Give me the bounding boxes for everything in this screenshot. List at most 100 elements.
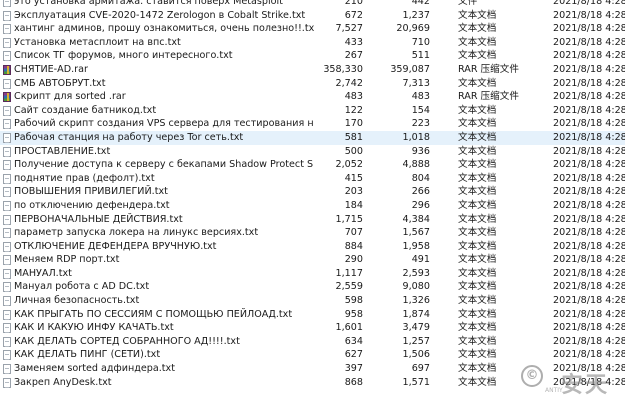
file-name: хантинг админов, прошу ознакомиться, оче… [14, 23, 314, 35]
file-type: 文本文档 [458, 186, 497, 198]
file-row[interactable]: Мануал робота с AD DC.txt 2,559 9,080 文本文档 2… [0, 280, 625, 294]
file-name: Скрипт для sorted .rar [14, 91, 126, 103]
file-row[interactable]: КАК ДЕЛАТЬ СОРТЕД СОБРАННОГО АД!!!!.txt 6… [0, 335, 625, 349]
file-type: 文本文档 [458, 240, 497, 252]
txt-file-icon [3, 119, 11, 130]
file-size: 511 [411, 50, 430, 62]
file-name: Установка метасплоит на впс.txt [14, 36, 181, 48]
txt-file-icon [3, 377, 11, 388]
file-type: 文本文档 [458, 349, 497, 361]
file-row[interactable]: Установка метасплоит на впс.txt 433 710 文本文… [0, 36, 625, 50]
file-row[interactable]: ПРОСТАВЛЕНИЕ.txt 500 936 文本文档 2021/8/18 4:28… [0, 145, 625, 159]
txt-file-icon [3, 24, 11, 35]
file-packed-size: 868 [344, 376, 363, 388]
file-size: 1,237 [402, 9, 430, 21]
file-type: 文本文档 [458, 159, 497, 171]
file-row[interactable]: Рабочий скрипт создания VPS сервера для … [0, 117, 625, 131]
file-type: 文本文档 [458, 281, 497, 293]
txt-file-icon [3, 160, 11, 171]
file-row[interactable]: поднятие прав (дефолт).txt 415 804 文本文档 2021… [0, 172, 625, 186]
file-packed-size: 483 [344, 91, 363, 103]
txt-file-icon [3, 0, 11, 7]
file-packed-size: 500 [344, 145, 363, 157]
file-row[interactable]: ПОВЫШЕНИЯ ПРИВИЛЕГИЙ.txt 203 266 文本文档 2021/8… [0, 185, 625, 199]
file-name: ПРОСТАВЛЕНИЕ.txt [14, 145, 111, 157]
file-modified: 2021/8/18 4:28:41 [553, 240, 625, 252]
file-row[interactable]: СМБ АВТОБРУТ.txt 2,742 7,313 文本文档 2021/8/18 … [0, 77, 625, 91]
txt-file-icon [3, 10, 11, 21]
file-packed-size: 1,117 [335, 267, 363, 279]
file-modified: 2021/8/18 4:28:41 [553, 213, 625, 225]
file-name: параметр запуска локера на линукс версия… [14, 227, 259, 239]
file-size: 710 [411, 36, 430, 48]
file-type: 文本文档 [458, 227, 497, 239]
file-type: 文本文档 [458, 118, 497, 130]
file-row[interactable]: Сайт создание батникод.txt 122 154 文本文档 2021… [0, 104, 625, 118]
file-row[interactable]: МАНУАЛ.txt 1,117 2,593 文本文档 2021/8/18 4:28:4… [0, 267, 625, 281]
file-name: КАК ПРЫГАТЬ ПО СЕССИЯМ С ПОМОЩЬЮ ПЕЙЛОАД… [14, 308, 293, 320]
file-row[interactable]: Получение доступа к серверу с бекапами S… [0, 158, 625, 172]
file-packed-size: 267 [344, 50, 363, 62]
file-row[interactable]: Рабочая станция на работу через Tor сеть… [0, 130, 625, 145]
file-packed-size: 1,601 [335, 322, 363, 334]
file-name: по отключению дефендера.txt [14, 199, 170, 211]
file-size: 4,384 [402, 213, 430, 225]
file-packed-size: 415 [344, 172, 363, 184]
file-type: 文本文档 [458, 9, 497, 21]
file-name: Заменяем sorted адфиндера.txt [14, 363, 175, 375]
file-row[interactable]: Личная безопасность.txt 598 1,326 文本文档 2021/… [0, 294, 625, 308]
file-name: СМБ АВТОБРУТ.txt [14, 77, 106, 89]
file-packed-size: 433 [344, 36, 363, 48]
file-name: Мануал робота с AD DC.txt [14, 281, 150, 293]
file-size: 296 [411, 199, 430, 211]
file-modified: 2021/8/18 4:28:41 [553, 254, 625, 266]
txt-file-icon [3, 350, 11, 361]
file-size: 1,018 [402, 131, 430, 143]
file-type: 文本文档 [458, 23, 497, 35]
file-type: 文本文档 [458, 363, 497, 375]
file-row[interactable]: СНЯТИЕ-AD.rar 358,330 359,087 RAR 压缩文件 2021/… [0, 63, 625, 77]
file-row[interactable]: по отключению дефендера.txt 184 296 文本文档 202… [0, 199, 625, 213]
file-size: 1,257 [402, 335, 430, 347]
file-packed-size: 290 [344, 254, 363, 266]
file-row[interactable]: параметр запуска локера на линукс версия… [0, 226, 625, 240]
file-type: 文本文档 [458, 36, 497, 48]
file-type: 文本文档 [458, 50, 497, 62]
file-row[interactable]: Скрипт для sorted .rar 483 483 RAR 压缩文件 2021… [0, 90, 625, 104]
file-row[interactable]: Список ТГ форумов, много интересного.txt… [0, 49, 625, 63]
file-modified: 2021/8/18 4:28:41 [553, 335, 625, 347]
file-packed-size: 170 [344, 118, 363, 130]
file-row[interactable]: ОТКЛЮЧЕНИЕ ДЕФЕНДЕРА ВРУЧНУЮ.txt 884 1,958… [0, 240, 625, 254]
file-packed-size: 707 [344, 227, 363, 239]
file-row[interactable]: ПЕРВОНАЧАЛЬНЫЕ ДЕЙСТВИЯ.txt 1,715 4,384 文本文… [0, 213, 625, 227]
file-name: СНЯТИЕ-AD.rar [14, 63, 88, 75]
txt-file-icon [3, 105, 11, 116]
file-type: 文本文档 [458, 308, 497, 320]
file-row[interactable]: Меняем RDP порт.txt 290 491 文本文档 2021/8/18 4… [0, 253, 625, 267]
file-modified: 2021/8/18 4:28:41 [553, 118, 625, 130]
rar-archive-icon [3, 92, 11, 103]
txt-file-icon [3, 268, 11, 279]
file-size: 7,313 [402, 77, 430, 89]
file-packed-size: 184 [344, 199, 363, 211]
file-packed-size: 581 [344, 131, 363, 143]
txt-file-icon [3, 51, 11, 62]
file-row[interactable]: Эксплуатация CVE-2020-1472 Zerologon в C… [0, 9, 625, 23]
file-name: КАК ДЕЛАТЬ СОРТЕД СОБРАННОГО АД!!!!.txt [14, 335, 240, 347]
file-size: 9,080 [402, 281, 430, 293]
file-modified: 2021/8/18 4:28:41 [553, 91, 625, 103]
file-name: Рабочий скрипт создания VPS сервера для … [14, 118, 314, 130]
file-packed-size: 627 [344, 349, 363, 361]
file-row[interactable]: КАК ПРЫГАТЬ ПО СЕССИЯМ С ПОМОЩЬЮ ПЕЙЛОАД… [0, 308, 625, 322]
file-packed-size: 1,715 [335, 213, 363, 225]
txt-file-icon [3, 255, 11, 266]
file-row[interactable]: это установка армитажа. ставится поверх … [0, 0, 625, 9]
txt-file-icon [3, 200, 11, 211]
file-modified: 2021/8/18 4:28:41 [553, 77, 625, 89]
file-type: 文本文档 [458, 213, 497, 225]
file-row[interactable]: КАК И КАКУЮ ИНФУ КАЧАТЬ.txt 1,601 3,479 文本文… [0, 321, 625, 335]
file-row[interactable]: хантинг админов, прошу ознакомиться, оче… [0, 22, 625, 36]
file-type: RAR 压缩文件 [458, 91, 519, 103]
file-packed-size: 672 [344, 9, 363, 21]
file-type: 文本文档 [458, 254, 497, 266]
